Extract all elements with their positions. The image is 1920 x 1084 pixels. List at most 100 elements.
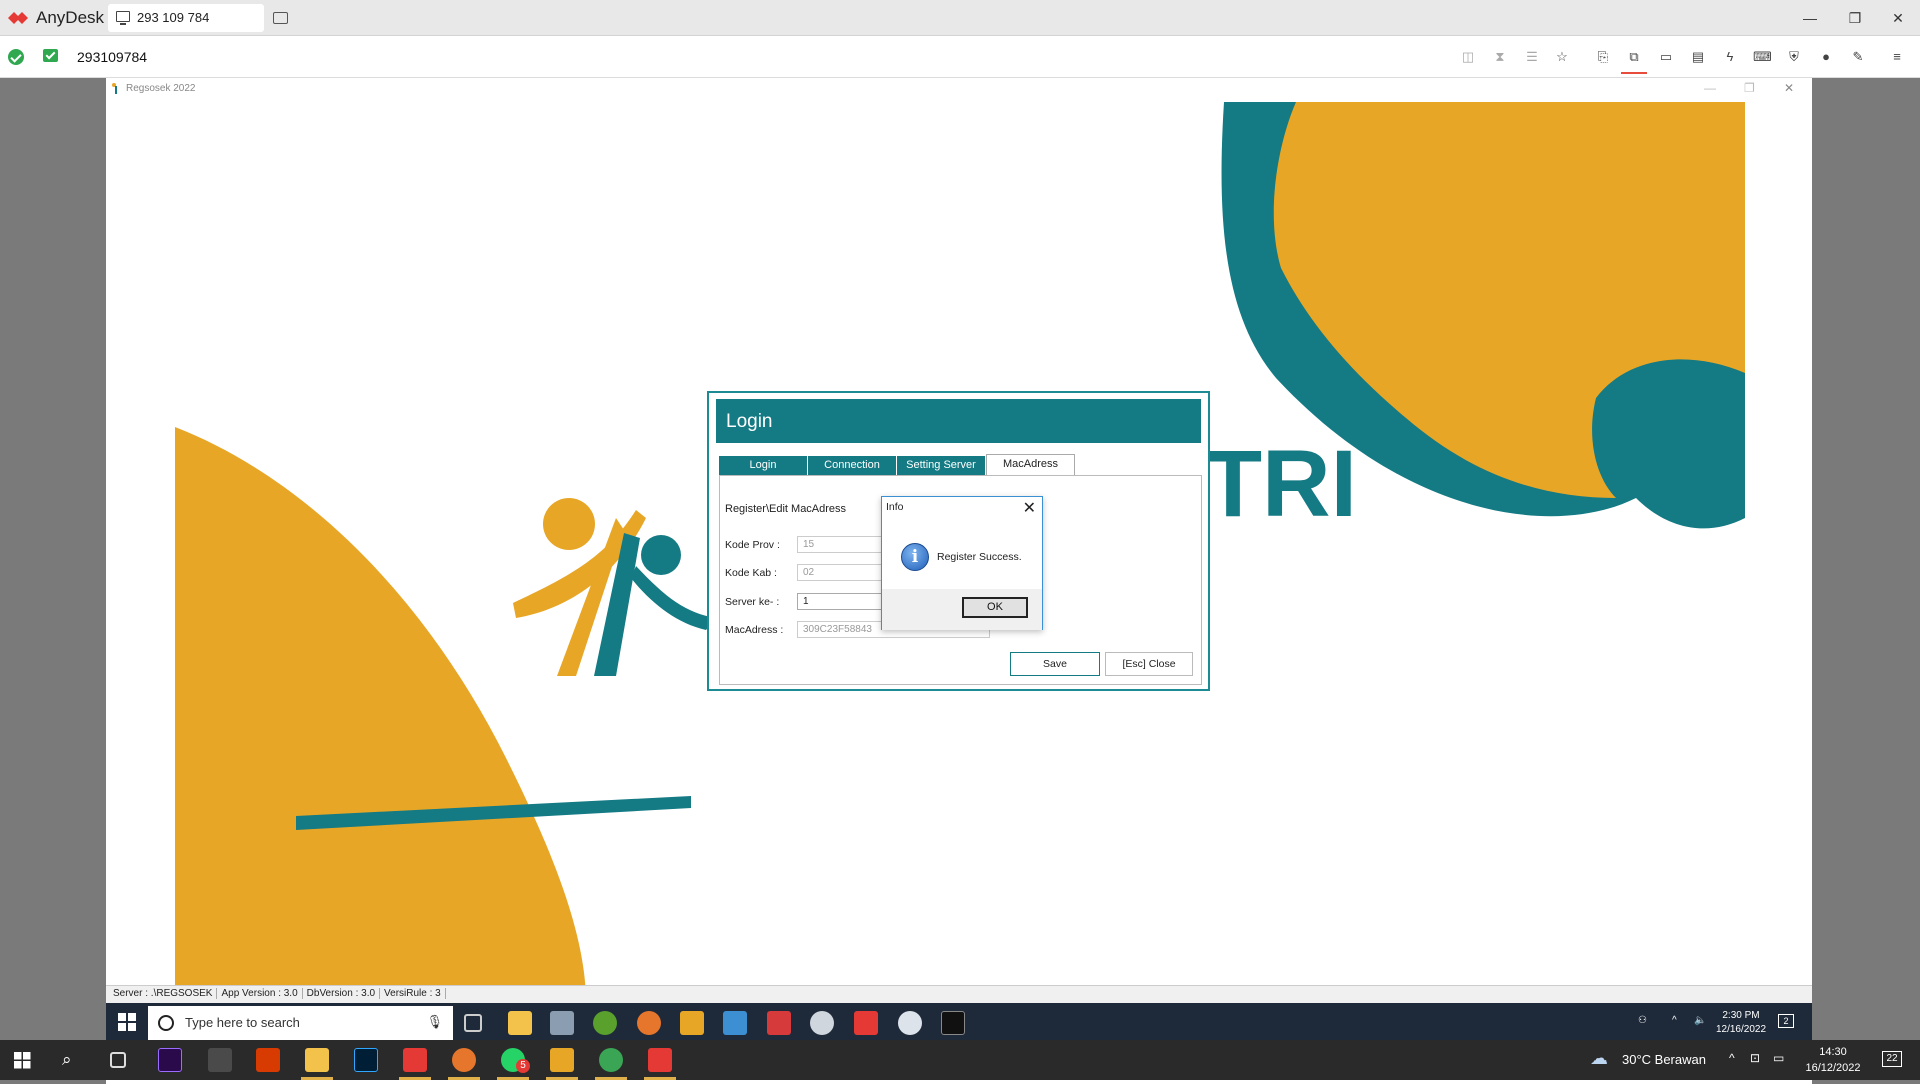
anydesk-title-bar: AnyDesk 293 109 784 — ❐ ✕ <box>0 0 1920 36</box>
local-regsosek-icon[interactable] <box>550 1048 574 1072</box>
whatsapp-badge: 5 <box>516 1059 530 1073</box>
photoshop-icon[interactable] <box>354 1048 378 1072</box>
local-firefox-icon[interactable] <box>452 1048 476 1072</box>
anydesk-logo-icon <box>8 12 28 24</box>
tab-connection[interactable]: Connection <box>808 456 897 475</box>
information-icon: i <box>901 543 929 571</box>
microphone-icon[interactable]: 🎙 <box>426 1014 443 1030</box>
server-ke-label: Server ke- : <box>725 596 780 608</box>
chat-icon[interactable]: ▤ <box>1689 48 1707 66</box>
address-field[interactable]: 293109784 <box>77 49 147 65</box>
weather-cloud-icon[interactable]: ☁ <box>1590 1048 1608 1069</box>
tab-login[interactable]: Login <box>719 456 808 475</box>
firefox-icon[interactable] <box>637 1011 661 1035</box>
maps-icon[interactable] <box>599 1048 623 1072</box>
chat-off-icon[interactable]: ◫ <box>1459 48 1477 66</box>
file-explorer-icon[interactable] <box>508 1011 532 1035</box>
keyboard-icon[interactable]: ⌨ <box>1753 48 1772 66</box>
remote-clock[interactable]: 2:30 PM 12/16/2022 <box>1715 1009 1767 1037</box>
kode-kab-label: Kode Kab : <box>725 567 777 579</box>
qgis-icon[interactable] <box>593 1011 617 1035</box>
terminal-icon[interactable] <box>941 1011 965 1035</box>
session-tab[interactable]: 293 109 784 <box>108 4 264 32</box>
local-tray-chevron-icon[interactable]: ^ <box>1729 1051 1735 1065</box>
permissions-ok-icon[interactable] <box>43 49 58 62</box>
local-notification-icon[interactable]: 22 <box>1882 1051 1902 1067</box>
acrobat-icon[interactable] <box>403 1048 427 1072</box>
settings-icon[interactable] <box>898 1011 922 1035</box>
regsosek-taskbar-icon[interactable] <box>680 1011 704 1035</box>
calculator-icon[interactable] <box>550 1011 574 1035</box>
star-icon[interactable]: ☆ <box>1553 48 1571 66</box>
regsosek-app-icon <box>112 83 117 94</box>
close-button[interactable]: ✕ <box>1878 6 1918 30</box>
info-message: Register Success. <box>937 551 1022 563</box>
ok-button[interactable]: OK <box>962 597 1028 618</box>
status-server: Server : .\REGSOSEK <box>109 988 218 999</box>
macadress-label: MacAdress : <box>725 624 784 636</box>
menu-icon[interactable]: ≡ <box>1888 48 1906 66</box>
people-icon[interactable]: ⚇ <box>1638 1014 1647 1028</box>
windows-start-icon[interactable] <box>118 1013 136 1031</box>
whiteboard-icon[interactable]: ✎ <box>1849 48 1867 66</box>
local-task-view-icon[interactable] <box>110 1052 126 1068</box>
display-icon[interactable]: ⧉ <box>1625 48 1643 66</box>
local-display-icon[interactable]: ▭ <box>1773 1051 1784 1065</box>
local-search-icon[interactable]: ⌕ <box>62 1050 72 1070</box>
logo-text: TRI <box>1204 431 1357 537</box>
settings-gear-icon[interactable] <box>810 1011 834 1035</box>
remote-close-button[interactable]: ✕ <box>1784 81 1794 95</box>
panel-title: Register\Edit MacAdress <box>725 503 847 515</box>
remote-minimize-button[interactable]: — <box>1704 81 1716 95</box>
save-button[interactable]: Save <box>1010 652 1100 676</box>
remote-desktop-icon[interactable] <box>723 1011 747 1035</box>
info-close-icon[interactable]: ✕ <box>1023 498 1036 518</box>
active-tool-indicator <box>1621 72 1647 74</box>
actions-icon[interactable]: ϟ <box>1721 48 1739 66</box>
remote-notification-icon[interactable]: 2 <box>1778 1014 1794 1028</box>
volume-icon[interactable]: 🔈 <box>1694 1014 1706 1028</box>
video-editor-icon[interactable] <box>208 1048 232 1072</box>
minimize-button[interactable]: — <box>1790 6 1830 30</box>
status-bar: Server : .\REGSOSEK App Version : 3.0 DbVe… <box>106 985 1812 1003</box>
connection-ok-icon <box>8 49 24 65</box>
remote-app-titlebar: Regsosek 2022 — ❐ ✕ <box>106 78 1812 100</box>
local-file-explorer-icon[interactable] <box>305 1048 329 1072</box>
local-start-icon[interactable] <box>14 1052 31 1069</box>
remote-time: 2:30 PM <box>1722 1010 1760 1021</box>
login-dialog-title: Login <box>716 399 1201 443</box>
permissions-icon[interactable]: ⛨ <box>1785 48 1803 66</box>
local-anydesk-icon[interactable] <box>648 1048 672 1072</box>
info-dialog: Info ✕ i Register Success. OK <box>881 496 1043 630</box>
pdf-icon[interactable] <box>767 1011 791 1035</box>
local-date: 16/12/2022 <box>1805 1062 1861 1074</box>
tab-setting-server[interactable]: Setting Server <box>897 456 986 475</box>
session-tab-label: 293 109 784 <box>137 10 210 25</box>
local-clock[interactable]: 14:30 16/12/2022 <box>1797 1044 1869 1076</box>
restore-button[interactable]: ❐ <box>1835 6 1875 30</box>
local-network-icon[interactable]: ⊡ <box>1750 1051 1760 1065</box>
office-icon[interactable] <box>256 1048 280 1072</box>
remote-restore-button[interactable]: ❐ <box>1744 81 1755 95</box>
status-app-version: App Version : 3.0 <box>217 988 303 999</box>
kode-prov-label: Kode Prov : <box>725 539 780 551</box>
remote-search-box[interactable]: Type here to search 🎙 <box>148 1006 453 1040</box>
hourglass-icon[interactable]: ⧗ <box>1491 48 1509 66</box>
tab-macadress[interactable]: MacAdress <box>986 454 1075 475</box>
anydesk-taskbar-icon[interactable] <box>854 1011 878 1035</box>
database-icon[interactable]: ☰ <box>1523 48 1541 66</box>
weather-text[interactable]: 30°C Berawan <box>1622 1052 1706 1067</box>
record-icon[interactable]: ● <box>1817 48 1835 66</box>
tray-chevron-icon[interactable]: ^ <box>1672 1014 1677 1028</box>
file-transfer-icon[interactable]: ⎘ <box>1594 48 1612 66</box>
esc-close-button[interactable]: [Esc] Close <box>1105 652 1193 676</box>
info-dialog-footer: OK <box>882 589 1042 630</box>
premiere-pro-icon[interactable] <box>158 1048 182 1072</box>
local-time: 14:30 <box>1819 1046 1847 1058</box>
remote-date: 12/16/2022 <box>1715 1024 1767 1035</box>
monitor-icon <box>116 11 130 25</box>
monitor-switch-icon[interactable]: ▭ <box>1657 48 1675 66</box>
new-tab-icon[interactable] <box>273 12 288 24</box>
task-view-icon[interactable] <box>464 1014 482 1032</box>
status-db-version: DbVersion : 3.0 <box>302 988 381 999</box>
